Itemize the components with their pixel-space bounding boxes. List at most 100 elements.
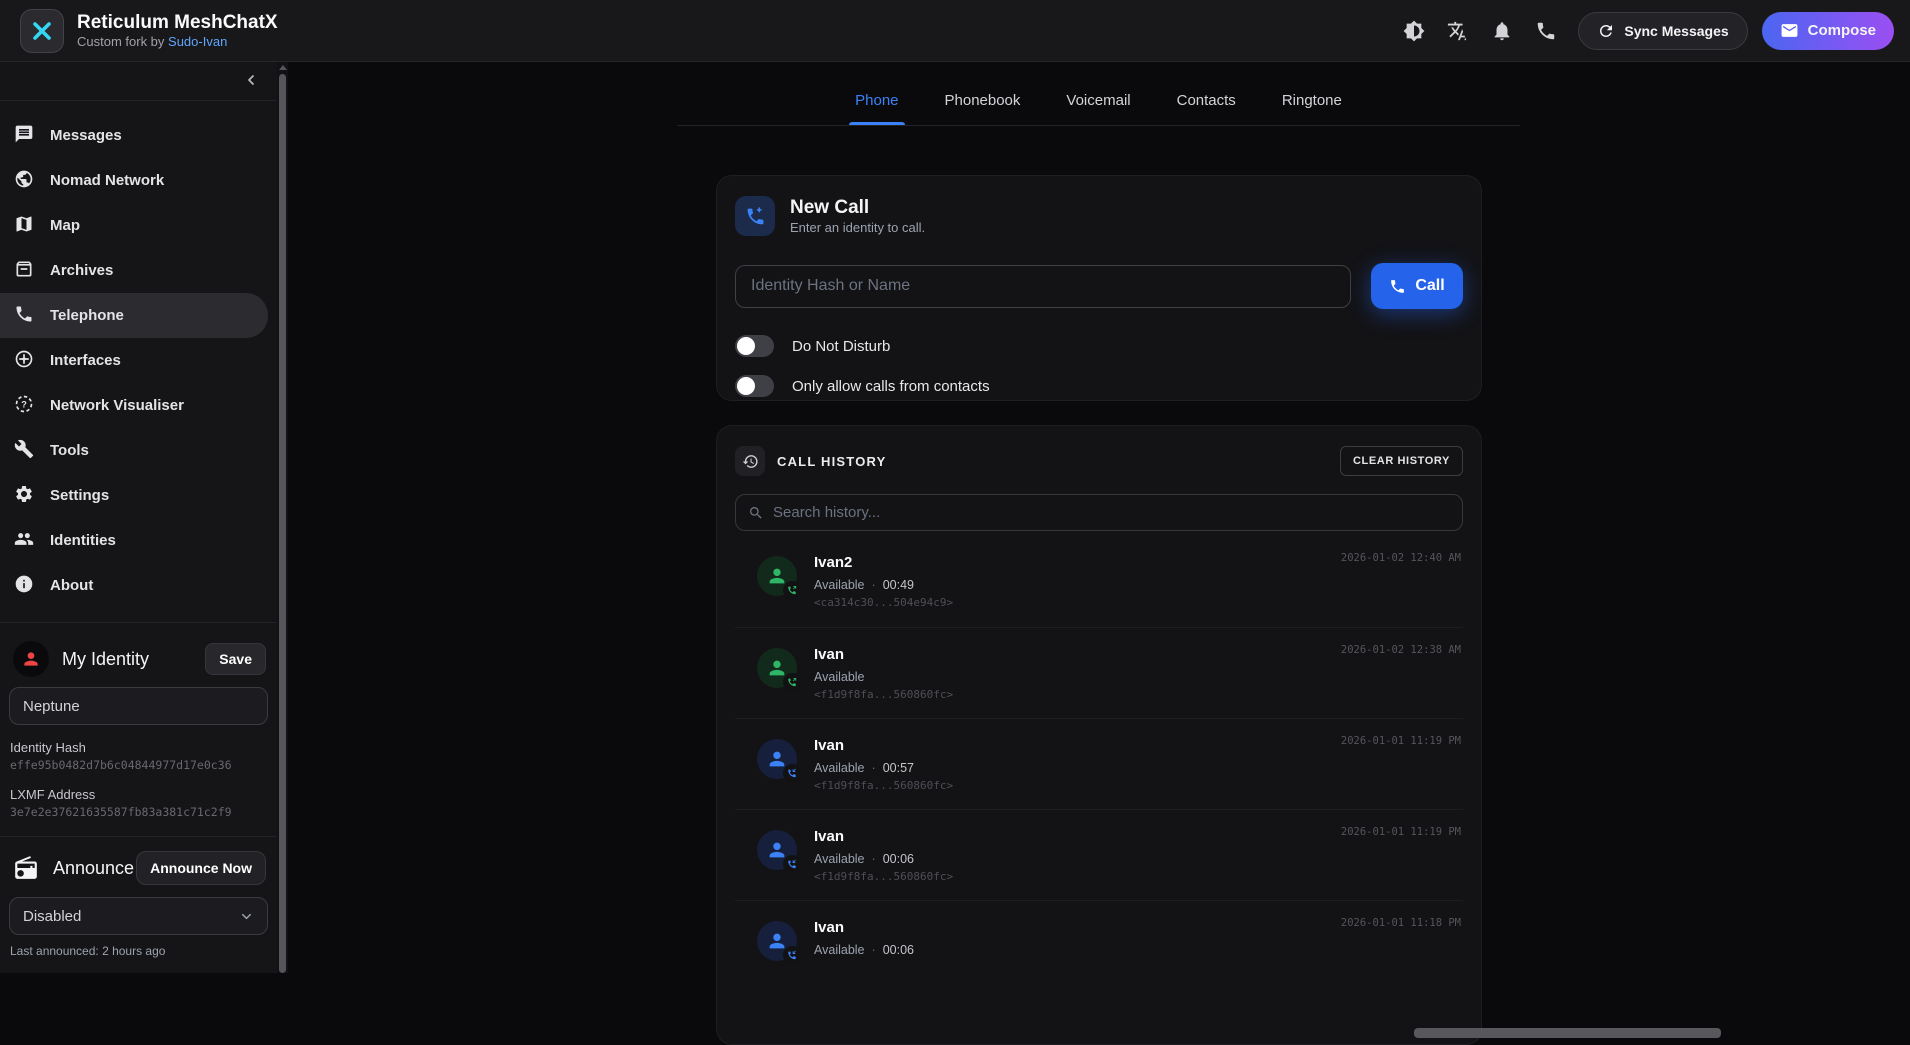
save-button[interactable]: Save <box>205 643 266 675</box>
call-history-row[interactable]: Ivan Available · <f1d9f8fa...560860fc> 2… <box>735 627 1463 718</box>
caller-status: Available <box>814 670 865 684</box>
lxmf-address-value: 3e7e2e37621635587fb83a381c71c2f9 <box>9 805 268 819</box>
tab-ringtone[interactable]: Ringtone <box>1282 92 1342 125</box>
incoming-call-icon <box>783 764 801 782</box>
caller-hash: <f1d9f8fa...560860fc> <box>814 688 1461 701</box>
app-logo <box>20 9 64 53</box>
search-icon <box>748 505 764 521</box>
interfaces-icon <box>14 349 34 369</box>
announce-title: Announce <box>53 858 134 879</box>
call-duration: 00:49 <box>883 578 914 592</box>
sidebar-item-network-visualiser[interactable]: ? Network Visualiser <box>0 383 268 428</box>
call-duration: 00:06 <box>883 852 914 866</box>
announce-now-button[interactable]: Announce Now <box>136 851 266 885</box>
svg-text:?: ? <box>21 399 27 409</box>
outgoing-call-icon <box>783 673 801 691</box>
notifications-icon[interactable] <box>1480 9 1524 53</box>
new-call-card: New Call Enter an identity to call. Call… <box>716 175 1482 401</box>
toggle-only-allow-calls-from-contacts[interactable] <box>735 375 774 397</box>
x-logo-icon <box>30 19 54 43</box>
chevron-down-icon <box>239 909 254 924</box>
scroll-up-arrow-icon[interactable] <box>279 65 287 70</box>
radio-icon <box>13 855 39 881</box>
sidebar-item-tools[interactable]: Tools <box>0 428 268 473</box>
call-timestamp: 2026-01-02 12:38 AM <box>1341 644 1461 656</box>
identity-hash-input[interactable] <box>735 265 1351 308</box>
call-history-row[interactable]: Ivan Available · 00:06 2026-01-01 11:18 … <box>735 900 1463 991</box>
horizontal-scrollbar-thumb[interactable] <box>1414 1028 1721 1038</box>
chevron-left-icon <box>243 72 259 88</box>
sync-messages-button[interactable]: Sync Messages <box>1578 12 1747 50</box>
avatar <box>13 641 49 677</box>
call-history-title: CALL HISTORY <box>777 454 887 469</box>
lxmf-address-label: LXMF Address <box>9 787 268 802</box>
call-timestamp: 2026-01-02 12:40 AM <box>1341 552 1461 564</box>
identity-hash-value: effe95b0482d7b6c04844977d17e0c36 <box>9 758 268 772</box>
sidebar-item-interfaces[interactable]: Interfaces <box>0 338 268 383</box>
history-search <box>735 494 1463 531</box>
outgoing-call-icon <box>783 581 801 599</box>
tab-phone[interactable]: Phone <box>855 92 898 125</box>
wrench-icon <box>14 439 34 459</box>
translate-icon[interactable] <box>1436 9 1480 53</box>
sidebar-item-identities[interactable]: Identities <box>0 518 268 563</box>
call-history-row[interactable]: Ivan2 Available · 00:49 <ca314c30...504e… <box>735 536 1463 627</box>
call-history-card: CALL HISTORY CLEAR HISTORY Ivan2 Availab… <box>716 425 1482 1045</box>
globe-icon <box>14 169 34 189</box>
sidebar-item-about[interactable]: About <box>0 563 268 608</box>
avatar <box>757 830 797 870</box>
sidebar-item-nomad-network[interactable]: Nomad Network <box>0 158 268 203</box>
refresh-icon <box>1597 22 1615 40</box>
call-button[interactable]: Call <box>1371 263 1463 309</box>
call-history-row[interactable]: Ivan Available · 00:57 <f1d9f8fa...56086… <box>735 718 1463 809</box>
sidebar-item-messages[interactable]: Messages <box>0 113 268 158</box>
sidebar-item-archives[interactable]: Archives <box>0 248 268 293</box>
sidebar-scrollbar-thumb[interactable] <box>279 74 286 973</box>
call-history-row[interactable]: Ivan Available · 00:06 <f1d9f8fa...56086… <box>735 809 1463 900</box>
phone-icon <box>1389 278 1406 295</box>
people-icon <box>14 529 34 549</box>
archive-icon <box>14 259 34 279</box>
new-call-title: New Call <box>790 196 925 220</box>
tab-contacts[interactable]: Contacts <box>1177 92 1236 125</box>
call-timestamp: 2026-01-01 11:19 PM <box>1341 735 1461 747</box>
caller-status: Available <box>814 578 865 592</box>
map-icon <box>14 214 34 234</box>
sidebar-item-telephone[interactable]: Telephone <box>0 293 268 338</box>
phone-header-icon[interactable] <box>1524 9 1568 53</box>
caller-status: Available <box>814 761 865 775</box>
tab-phonebook[interactable]: Phonebook <box>945 92 1021 125</box>
theme-icon[interactable] <box>1392 9 1436 53</box>
identity-name-input[interactable] <box>9 687 268 725</box>
tab-voicemail[interactable]: Voicemail <box>1066 92 1130 125</box>
call-timestamp: 2026-01-01 11:18 PM <box>1341 917 1461 929</box>
call-timestamp: 2026-01-01 11:19 PM <box>1341 826 1461 838</box>
envelope-icon <box>1780 21 1799 40</box>
sidebar-item-settings[interactable]: Settings <box>0 473 268 518</box>
sidebar: Messages Nomad Network Map Archives Tele… <box>0 62 277 973</box>
caller-hash: <ca314c30...504e94c9> <box>814 596 1461 609</box>
announce-interval-select[interactable]: Disabled <box>9 897 268 935</box>
new-call-icon <box>735 196 775 236</box>
caller-status: Available <box>814 852 865 866</box>
caller-hash: <f1d9f8fa...560860fc> <box>814 870 1461 883</box>
identity-hash-label: Identity Hash <box>9 740 268 755</box>
history-search-input[interactable] <box>773 504 1450 521</box>
last-announced-text: Last announced: 2 hours ago <box>9 944 268 958</box>
avatar <box>757 739 797 779</box>
phone-plus-icon <box>745 206 766 227</box>
sidebar-collapse-button[interactable] <box>243 72 259 88</box>
chat-icon <box>14 124 34 144</box>
telephone-tabs: Phone Phonebook Voicemail Contacts Ringt… <box>677 62 1520 126</box>
gear-icon <box>14 484 34 504</box>
sidebar-nav: Messages Nomad Network Map Archives Tele… <box>0 101 277 608</box>
sidebar-scrollbar[interactable] <box>277 62 288 973</box>
sidebar-item-map[interactable]: Map <box>0 203 268 248</box>
sudo-ivan-link[interactable]: Sudo-Ivan <box>168 34 227 49</box>
call-duration: 00:57 <box>883 761 914 775</box>
toggle-do-not-disturb[interactable] <box>735 335 774 357</box>
clear-history-button[interactable]: CLEAR HISTORY <box>1340 446 1463 476</box>
compose-button[interactable]: Compose <box>1762 12 1894 50</box>
caller-status: Available <box>814 943 865 957</box>
page-subtitle: Custom fork by Sudo-Ivan <box>77 34 278 49</box>
